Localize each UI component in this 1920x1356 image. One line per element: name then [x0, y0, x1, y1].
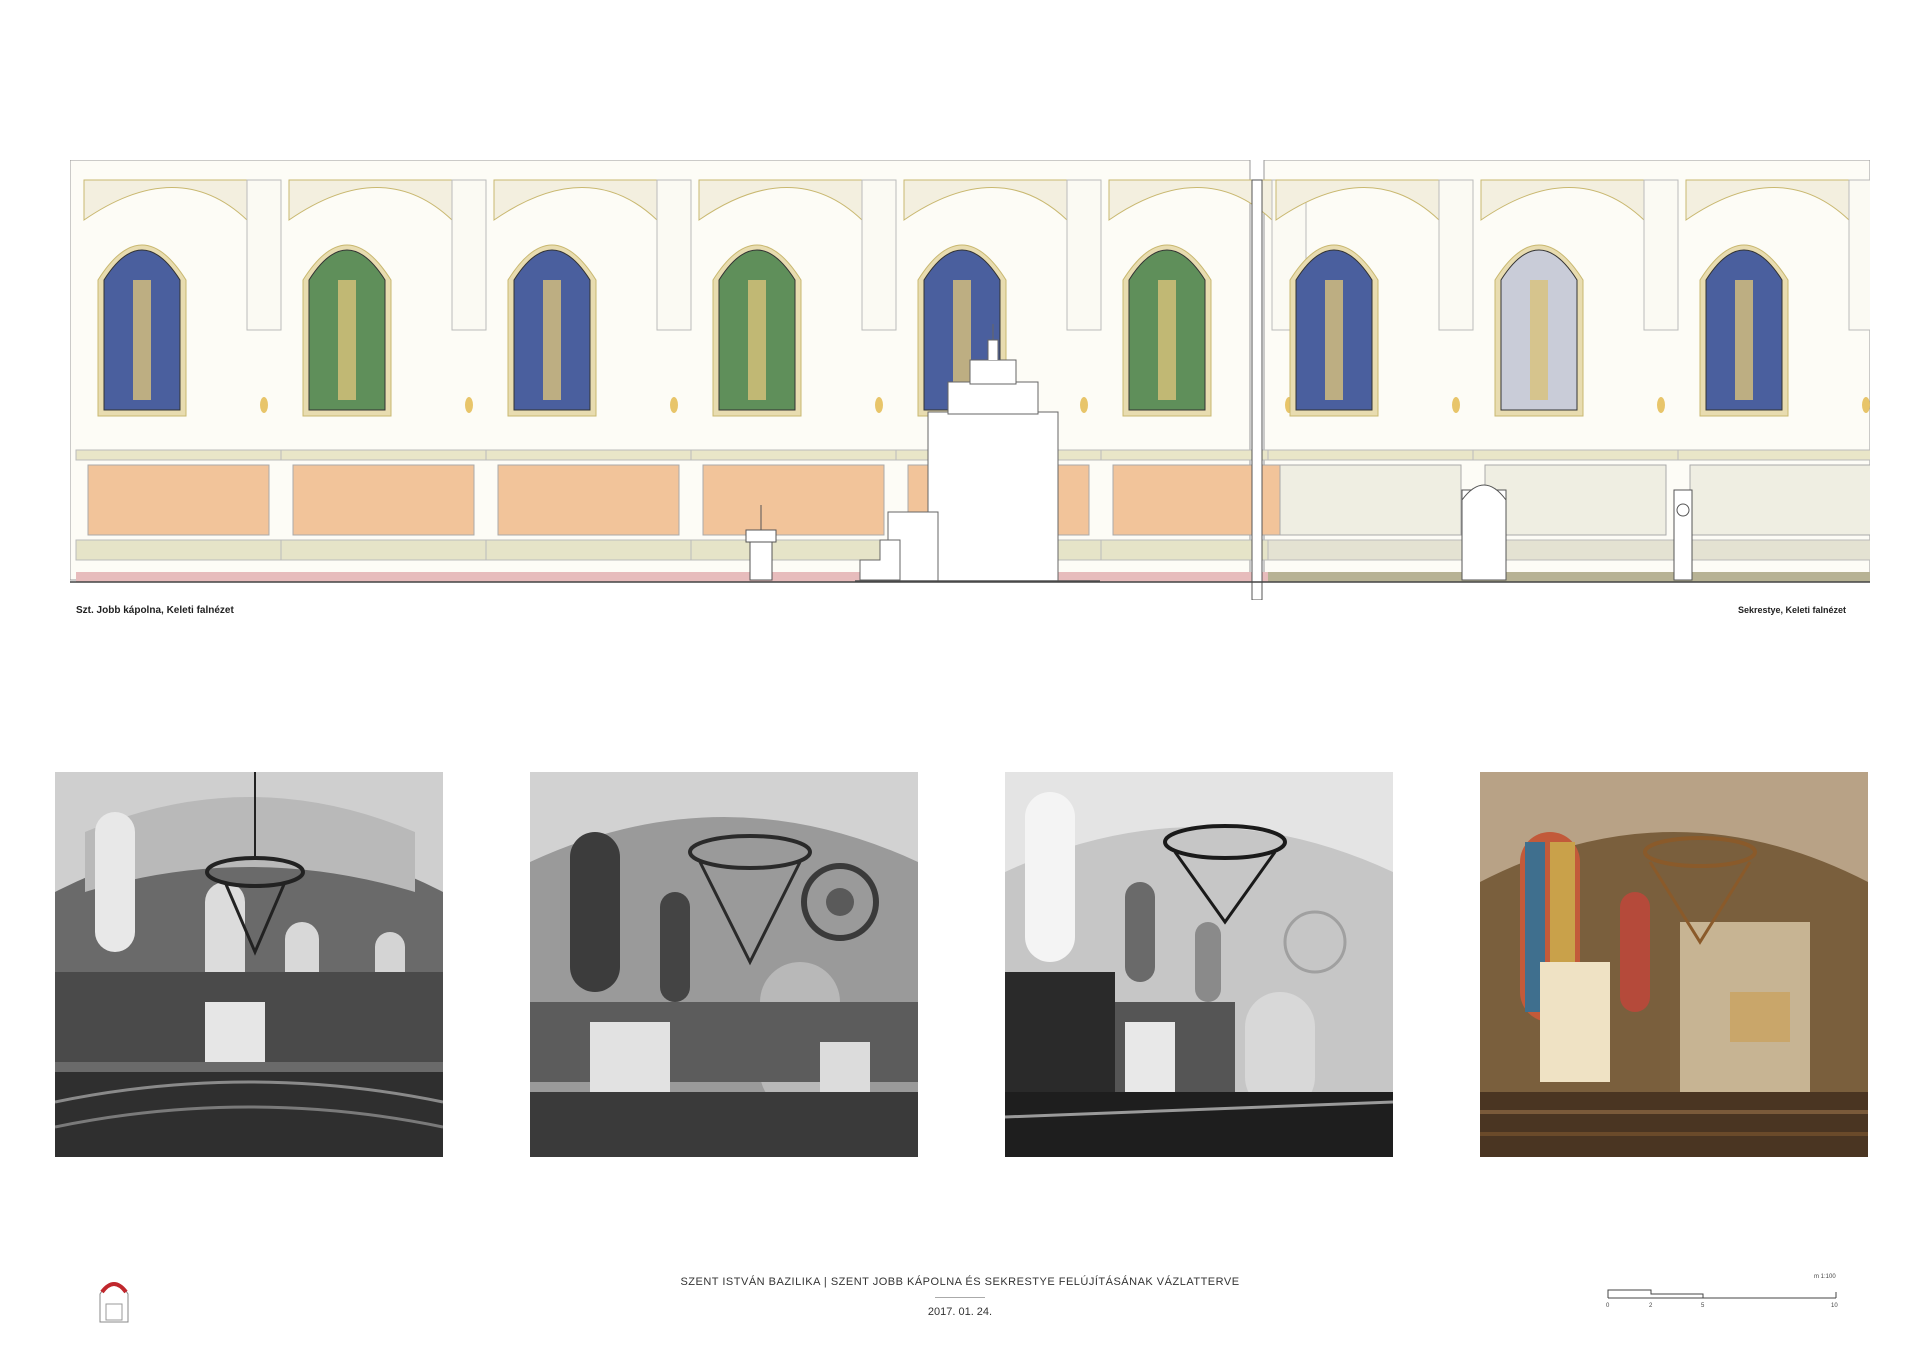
pilaster — [656, 179, 692, 331]
scale-tick-0: 0 — [1606, 1303, 1610, 1309]
wall-sconce — [875, 397, 883, 413]
cornice — [1677, 449, 1870, 461]
historic-photo-2 — [530, 772, 918, 1157]
wall-sconce — [670, 397, 678, 413]
title-divider — [935, 1297, 985, 1298]
dado — [485, 539, 692, 561]
pilaster — [861, 179, 897, 331]
dado — [1267, 539, 1474, 561]
cornice — [280, 449, 487, 461]
dado — [1677, 539, 1870, 561]
wall-panel — [1484, 464, 1667, 536]
cornice — [1472, 449, 1679, 461]
skirting — [76, 572, 281, 582]
cornice — [690, 449, 897, 461]
wall-sconce — [1657, 397, 1665, 413]
wall-elevation-drawing — [70, 160, 1870, 600]
pilaster — [246, 179, 282, 331]
wall-sconce — [260, 397, 268, 413]
wall-panel — [292, 464, 475, 536]
wall-panel — [1689, 464, 1870, 536]
scale-tick-2: 2 — [1649, 1303, 1653, 1309]
pilaster — [1438, 179, 1474, 331]
scale-label: m 1:100 — [1814, 1274, 1836, 1280]
pilaster — [1643, 179, 1679, 331]
dado — [75, 539, 282, 561]
dado — [690, 539, 897, 561]
scale-bar: m 1:100 0 2 5 10 — [1606, 1274, 1838, 1314]
cornice — [485, 449, 692, 461]
window-figure — [1530, 280, 1548, 400]
skirting — [1268, 572, 1473, 582]
window-figure — [1158, 280, 1176, 400]
wall-sconce — [1862, 397, 1870, 413]
window-figure — [543, 280, 561, 400]
skirting — [281, 572, 486, 582]
cornice — [75, 449, 282, 461]
pilaster — [1066, 179, 1102, 331]
caption-right: Sekrestye, Keleti falnézet — [1738, 605, 1847, 615]
cornice — [1267, 449, 1474, 461]
wall-sconce — [1452, 397, 1460, 413]
color-rendering — [1480, 772, 1868, 1157]
window-figure — [1325, 280, 1343, 400]
window-figure — [133, 280, 151, 400]
historic-photo-3 — [1005, 772, 1393, 1157]
pilaster — [1848, 179, 1870, 331]
skirting — [1678, 572, 1870, 582]
skirting — [486, 572, 691, 582]
caption-left: Szt. Jobb kápolna, Keleti falnézet — [76, 605, 234, 616]
clock-column — [1673, 489, 1693, 581]
dado — [280, 539, 487, 561]
scale-tick-5: 5 — [1701, 1303, 1705, 1309]
window-figure — [748, 280, 766, 400]
lavabo — [1461, 484, 1507, 581]
historic-photo-1 — [55, 772, 443, 1157]
pilaster — [451, 179, 487, 331]
wall-panel — [1112, 464, 1295, 536]
window-figure — [1735, 280, 1753, 400]
wall-panel — [497, 464, 680, 536]
wall-sconce — [465, 397, 473, 413]
wall-sconce — [1080, 397, 1088, 413]
wall-panel — [702, 464, 885, 536]
wall-panel — [1279, 464, 1462, 536]
window-figure — [338, 280, 356, 400]
scale-tick-10: 10 — [1831, 1303, 1838, 1309]
wall-panel — [87, 464, 270, 536]
